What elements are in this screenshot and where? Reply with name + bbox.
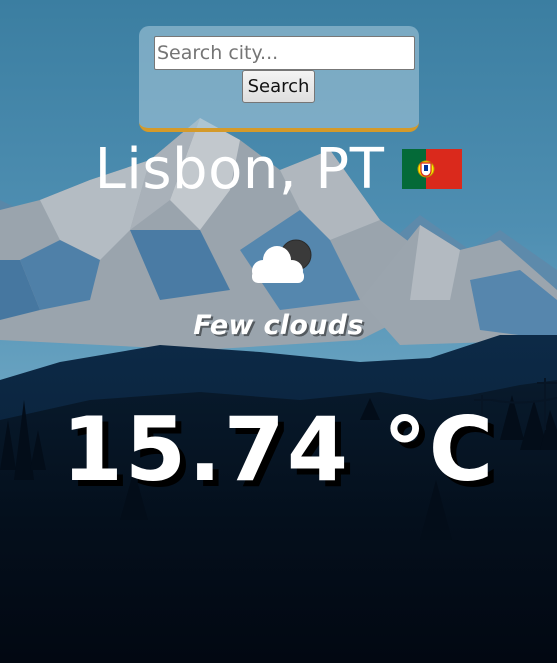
search-input[interactable]: [154, 36, 415, 70]
location-row: Lisbon, PT: [0, 134, 557, 204]
few-clouds-icon: [252, 239, 312, 283]
portugal-flag-icon: [402, 149, 463, 189]
temperature-value: 15.74 °C: [61, 398, 496, 501]
search-button[interactable]: Search: [242, 70, 315, 103]
city-name: Lisbon, PT: [94, 136, 385, 202]
weather-description: Few clouds: [193, 310, 364, 341]
